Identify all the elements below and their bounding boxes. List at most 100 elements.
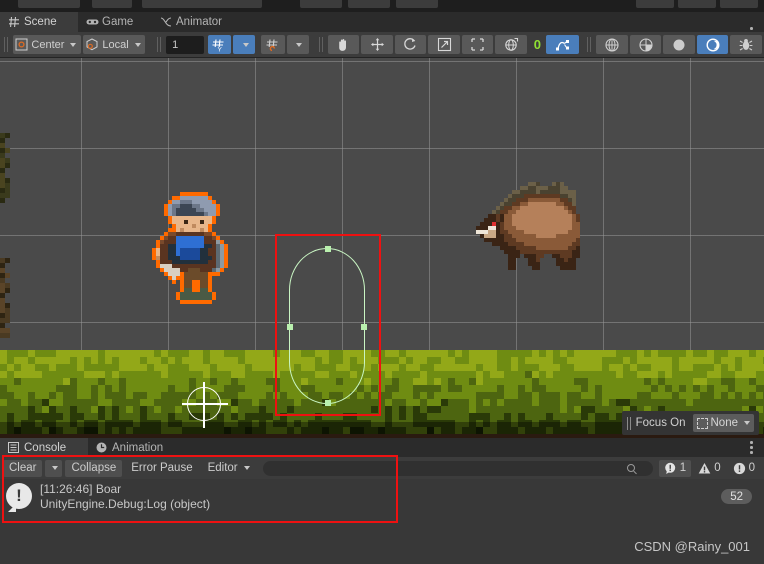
tab-scene-label: Scene [24,16,57,28]
scene-viewport[interactable]: Focus On None [0,58,764,438]
console-search-input[interactable] [262,460,653,476]
error-count-value: 0 [748,462,755,474]
toolbar-divider-4 [587,37,592,52]
annotation-box-collider [275,234,381,416]
custom-editor-tool-button[interactable] [545,35,580,54]
console-toolbar: Clear Collapse Error Pause Editor 1 0 0 [0,457,764,479]
player-sprite[interactable] [146,186,270,370]
grid-snap-toggle[interactable] [261,35,285,54]
grid-axis-button[interactable]: Y [207,35,232,54]
custom-tool-count: 0 [533,37,541,52]
scale-icon [437,37,452,52]
handle-space-dropdown[interactable]: Local [82,35,146,54]
tab-animation[interactable]: Animation [88,438,188,457]
handle-space-label: Local [102,38,129,51]
draw-mode-button[interactable] [596,35,628,54]
svg-text:Y: Y [218,46,223,52]
gizmo-horizontal-axis [182,403,228,405]
focus-on-dropdown[interactable]: None [692,414,754,432]
pivot-center-icon [15,38,28,51]
console-clear-label: Clear [9,462,37,474]
focus-on-bar: Focus On None [621,411,759,435]
log-icon [664,462,677,475]
log-count-value: 1 [679,462,687,474]
grid-snap-icon [266,38,280,52]
console-collapse-label: Collapse [71,462,117,474]
main-toolbar-strip [0,0,764,12]
scene-view-tabbar: Scene Game Animator [0,12,764,40]
scene-toolbar: Center Local 1 Y 0 [0,32,764,58]
tab-animation-label: Animation [112,441,164,454]
chevron-down-icon [52,466,59,470]
transform-tool-button[interactable] [495,35,527,54]
tab-console[interactable]: Console [0,438,88,457]
error-icon [733,462,746,475]
moon-icon [705,37,721,53]
sun-icon [671,37,687,53]
console-message-text: [11:26:46] Boar UnityEngine.Debug:Log (o… [40,482,210,512]
audio-toggle-button[interactable] [696,35,729,54]
console-log-count[interactable]: 1 [658,459,692,477]
bug-icon [738,37,754,53]
toolbar-divider-2 [157,37,162,52]
gamepad-icon [86,16,99,28]
boar-sprite[interactable] [468,174,608,318]
focus-bar-handle[interactable] [626,416,631,430]
console-error-pause-button[interactable]: Error Pause [125,460,198,477]
grid-axis-dropdown[interactable] [233,35,256,54]
tab-animator[interactable]: Animator [152,12,246,32]
log-message-icon [6,483,32,509]
console-error-pause-label: Error Pause [131,462,193,474]
rect-tool-button[interactable] [461,35,494,54]
offscreen-sprite-left-top [0,133,10,203]
console-message-line1: [11:26:46] Boar [40,482,122,496]
tab-scene[interactable]: Scene [0,12,78,32]
grid-snap-dropdown[interactable] [286,35,309,54]
console-message-line2: UnityEngine.Debug:Log (object) [40,497,211,511]
shaded-globe-icon [604,37,620,53]
console-error-count[interactable]: 0 [727,459,760,477]
grid-snap-size-input[interactable]: 1 [166,35,204,54]
custom-tool-icon [555,38,571,52]
bottom-panel-tabbar: Console Animation [0,438,764,457]
console-message-list[interactable]: [11:26:46] Boar UnityEngine.Debug:Log (o… [0,479,764,531]
console-clear-button[interactable]: Clear [3,459,43,477]
console-editor-dropdown[interactable]: Editor [202,460,256,477]
chevron-down-icon [70,42,77,47]
chevron-down-icon [134,42,141,47]
globe-half-icon [638,37,654,53]
console-warning-count[interactable]: 0 [693,459,726,477]
chevron-down-icon [296,42,303,47]
console-message-row[interactable]: [11:26:46] Boar UnityEngine.Debug:Log (o… [0,479,764,517]
csdn-watermark: CSDN @Rainy_001 [634,539,750,554]
warning-icon [698,462,711,475]
move-tool-button[interactable] [361,35,393,54]
clock-icon [96,442,108,454]
pivot-mode-label: Center [31,38,65,51]
rotate-icon [403,37,418,52]
tab-game-label: Game [102,16,134,28]
tab-console-label: Console [24,441,67,454]
focus-on-value: None [710,417,739,429]
move-arrows-icon [370,37,385,52]
rotate-tool-button[interactable] [394,35,427,54]
gizmo-vertical-axis [203,382,205,428]
toolbar-divider-1 [4,37,8,52]
scale-tool-button[interactable] [428,35,460,54]
console-clear-dropdown[interactable] [45,459,63,477]
chevron-down-icon [744,421,750,425]
move-gizmo[interactable] [182,382,228,428]
console-overflow-menu-icon[interactable] [744,439,758,455]
2d-toggle-button[interactable] [629,35,662,54]
hand-tool-button[interactable] [327,35,360,54]
console-collapse-button[interactable]: Collapse [65,459,123,477]
tab-animator-label: Animator [176,16,223,28]
animator-icon [160,16,172,28]
grid-icon [8,16,20,28]
chevron-down-icon [242,42,249,47]
dashed-box-icon [696,417,708,429]
tab-game[interactable]: Game [78,12,152,32]
lighting-toggle-button[interactable] [663,35,695,54]
pivot-mode-dropdown[interactable]: Center [13,35,81,54]
effects-toggle-button[interactable] [730,35,762,54]
